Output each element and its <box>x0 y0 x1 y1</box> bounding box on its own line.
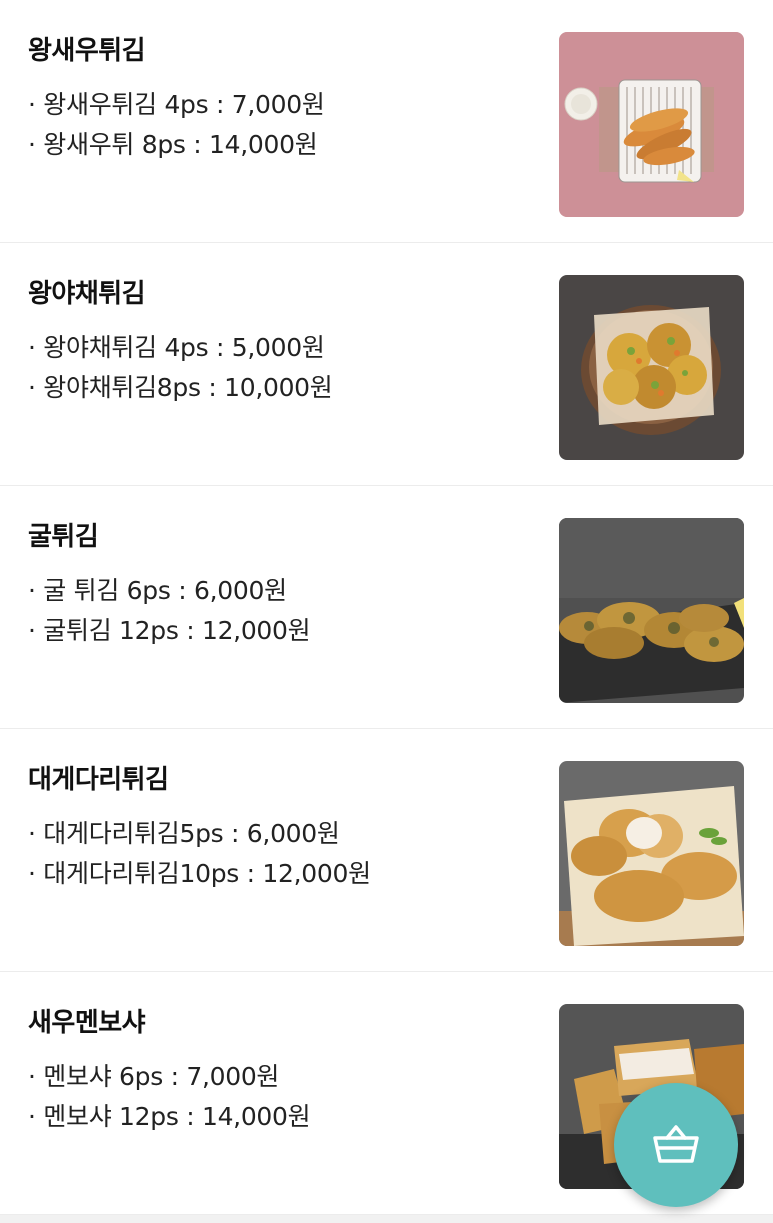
menu-option: · 왕야채튀김 4ps : 5,000원 <box>28 333 325 362</box>
menu-option: · 멘보샤 6ps : 7,000원 <box>28 1062 280 1091</box>
menu-option: · 굴 튀김 6ps : 6,000원 <box>28 576 287 605</box>
menu-item-title: 대게다리튀김 <box>28 765 169 795</box>
menu-option: · 왕야채튀김8ps : 10,000원 <box>28 373 333 402</box>
menu-option: · 왕새우튀김 4ps : 7,000원 <box>28 90 325 119</box>
menu-option: · 대게다리튀김10ps : 12,000원 <box>28 859 371 888</box>
menu-item-crab-leg-fry[interactable]: 대게다리튀김 · 대게다리튀김5ps : 6,000원 · 대게다리튀김10ps… <box>0 729 773 972</box>
menu-item-fried-oyster[interactable]: 굴튀김 · 굴 튀김 6ps : 6,000원 · 굴튀김 12ps : 12,… <box>0 486 773 729</box>
menu-item-vegetable-fritter[interactable]: 왕야채튀김 · 왕야채튀김 4ps : 5,000원 · 왕야채튀김8ps : … <box>0 243 773 486</box>
vegetable-fritter-photo[interactable] <box>559 275 744 460</box>
menu-option: · 대게다리튀김5ps : 6,000원 <box>28 819 340 848</box>
menu-item-title: 왕새우튀김 <box>28 36 146 66</box>
menu-option: · 왕새우튀 8ps : 14,000원 <box>28 130 318 159</box>
menu-item-title: 새우멘보샤 <box>28 1008 146 1038</box>
cart-button[interactable] <box>614 1083 738 1207</box>
menu-item-title: 굴튀김 <box>28 522 99 552</box>
menu-item-title: 왕야채튀김 <box>28 279 146 309</box>
crab-leg-fry-photo[interactable] <box>559 761 744 946</box>
menu-option: · 굴튀김 12ps : 12,000원 <box>28 616 311 645</box>
menu-option: · 멘보샤 12ps : 14,000원 <box>28 1102 311 1131</box>
fried-oyster-photo[interactable] <box>559 518 744 703</box>
fried-shrimp-photo[interactable] <box>559 32 744 217</box>
menu-item-fried-shrimp[interactable]: 왕새우튀김 · 왕새우튀김 4ps : 7,000원 · 왕새우튀 8ps : … <box>0 0 773 243</box>
shopping-basket-icon <box>653 1125 699 1163</box>
